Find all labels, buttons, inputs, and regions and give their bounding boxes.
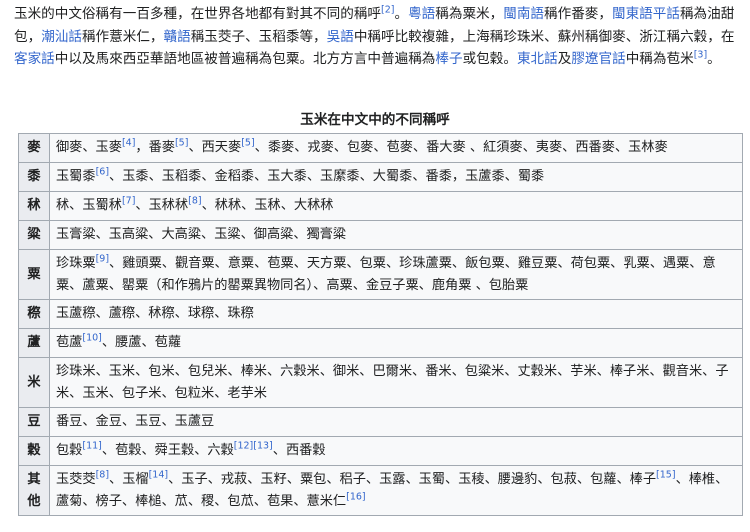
intro-text: 及: [557, 51, 572, 67]
intro-text: 或包穀。: [462, 51, 517, 67]
citation-link[interactable]: [7]: [122, 196, 135, 207]
intro-text: 。: [394, 6, 409, 22]
row-header: 豆: [18, 407, 50, 437]
row-cell: 玉茭茭[8]、玉榴[14]、玉子、戎菽、玉籽、粟包、稆子、玉露、玉蜀、玉稜、腰邊…: [49, 465, 743, 516]
table-row: 黍 玉蜀黍[6]、玉黍、玉稻黍、金稻黍、玉大黍、玉縻黍、大蜀黍、番黍，玉蘆黍、蜀…: [18, 162, 743, 192]
row-header: 穀: [18, 436, 50, 466]
intro-text: 稱玉茭子、玉稻黍等，: [190, 28, 327, 45]
names-table: 麥 御麥、玉麥[4]，番麥[5]、西天麥[5]、黍麥、戎麥、包麥、苞麥、番大麥 …: [18, 133, 743, 516]
citation-link[interactable]: [8]: [188, 196, 201, 207]
row-cell: 秫、玉蜀秫[7]、玉秫秫[8]、秫秫、玉秫、大秫秫: [49, 191, 743, 221]
table-caption: 玉米在中文中的不同稱呼: [300, 112, 450, 128]
row-header: 蘆: [18, 328, 50, 358]
row-cell: 珍珠米、玉米、包米、包兒米、棒米、六穀米、御米、巴爾米、番米、包粱米、丈穀米、芋…: [49, 357, 743, 408]
row-header: 粟: [18, 249, 50, 300]
link-ganyu[interactable]: 贛語: [164, 29, 191, 45]
citation-link[interactable]: [9]: [96, 253, 109, 264]
citation-link[interactable]: [8]: [96, 469, 109, 480]
intro-text: 稱為粟米，: [435, 6, 504, 22]
citation-link[interactable]: [3]: [694, 49, 707, 60]
row-header: 粱: [18, 220, 50, 250]
citation-link[interactable]: [16]: [346, 491, 366, 502]
row-header: 麥: [18, 133, 50, 163]
citation-link[interactable]: [15]: [656, 469, 676, 480]
link-chaoshan[interactable]: 潮汕話: [41, 29, 82, 45]
citation-link[interactable]: [4]: [122, 138, 135, 149]
citation-link[interactable]: [14]: [149, 469, 169, 480]
row-cell: 玉膏粱、玉高粱、大高粱、玉粱、御高粱、獨膏粱: [49, 220, 743, 250]
citation-link[interactable]: [12][13]: [234, 441, 273, 452]
table-row: 米 珍珠米、玉米、包米、包兒米、棒米、六穀米、御米、巴爾米、番米、包粱米、丈穀米…: [18, 357, 743, 408]
table-row: 粟 珍珠粟[9]、雞頭粟、觀音粟、意粟、苞粟、天方粟、包粟、珍珠蘆粟、飯包粟、雞…: [18, 249, 743, 300]
row-cell: 珍珠粟[9]、雞頭粟、觀音粟、意粟、苞粟、天方粟、包粟、珍珠蘆粟、飯包粟、雞豆粟…: [49, 249, 743, 300]
table-row: 蘆 苞蘆[10]、腰蘆、苞蘿: [18, 328, 743, 358]
table-row: 粱 玉膏粱、玉高粱、大高粱、玉粱、御高粱、獨膏粱: [18, 220, 743, 250]
intro-text: 稱作番麥，: [544, 6, 612, 22]
row-header: 其他: [18, 465, 50, 516]
row-cell: 苞蘆[10]、腰蘆、苞蘿: [49, 328, 743, 358]
row-header: 秫: [18, 191, 50, 221]
row-cell: 番豆、金豆、玉豆、玉蘆豆: [49, 407, 743, 437]
row-cell: 包穀[11]、苞穀、舜王穀、六穀[12][13]、西番穀: [49, 436, 743, 466]
table-row: 秫 秫、玉蜀秫[7]、玉秫秫[8]、秫秫、玉秫、大秫秫: [18, 191, 743, 221]
table-row: 其他 玉茭茭[8]、玉榴[14]、玉子、戎菽、玉籽、粟包、稆子、玉露、玉蜀、玉稜…: [18, 465, 743, 516]
link-dongbei[interactable]: 東北話: [517, 51, 558, 67]
link-mindong[interactable]: 閩東語平話: [612, 6, 680, 22]
intro-text: 中稱為苞米: [625, 51, 694, 67]
table-row: 豆 番豆、金豆、玉豆、玉蘆豆: [18, 407, 743, 437]
link-wu[interactable]: 吳語: [327, 29, 354, 45]
link-jiaoliao[interactable]: 膠遼官話: [571, 51, 625, 67]
citation-link[interactable]: [11]: [82, 441, 102, 452]
citation-link[interactable]: [5]: [241, 138, 254, 149]
link-bangzi[interactable]: 棒子: [435, 51, 462, 67]
intro-text: 。: [707, 51, 721, 67]
intro-text: 中以及馬來西亞華語地區被普遍稱為包粟。北方方言中普遍稱為: [54, 51, 436, 67]
citation-link[interactable]: [10]: [82, 333, 102, 344]
table-row: 麥 御麥、玉麥[4]，番麥[5]、西天麥[5]、黍麥、戎麥、包麥、苞麥、番大麥 …: [18, 133, 743, 163]
intro-text: 稱作薏米仁，: [81, 28, 164, 45]
intro-text: 玉米的中文俗稱有一百多種，在世界各地都有對其不同的稱呼: [14, 6, 382, 22]
intro-paragraph: 玉米的中文俗稱有一百多種，在世界各地都有對其不同的稱呼[2]。粵語稱為粟米，閩南…: [14, 3, 740, 71]
citation-link[interactable]: [5]: [175, 138, 188, 149]
row-cell: 玉蘆穄、蘆穄、秫穄、球穄、珠穄: [49, 299, 743, 329]
row-header: 米: [18, 357, 50, 408]
link-hakka[interactable]: 客家話: [14, 51, 55, 67]
citation-link[interactable]: [2]: [381, 4, 394, 15]
row-header: 穄: [18, 299, 50, 329]
link-minnan[interactable]: 閩南語: [503, 6, 544, 22]
row-cell: 玉蜀黍[6]、玉黍、玉稻黍、金稻黍、玉大黍、玉縻黍、大蜀黍、番黍，玉蘆黍、蜀黍: [49, 162, 743, 192]
row-cell: 御麥、玉麥[4]，番麥[5]、西天麥[5]、黍麥、戎麥、包麥、苞麥、番大麥 、紅…: [49, 133, 743, 163]
intro-text: 中稱呼比較複雜，上海稱珍珠米、蘇州稱御麥、浙江稱六穀，在: [353, 28, 735, 45]
row-header: 黍: [18, 162, 50, 192]
link-yue[interactable]: 粵語: [408, 6, 435, 22]
table-row: 穀 包穀[11]、苞穀、舜王穀、六穀[12][13]、西番穀: [18, 436, 743, 466]
table-row: 穄 玉蘆穄、蘆穄、秫穄、球穄、珠穄: [18, 299, 743, 329]
citation-link[interactable]: [6]: [96, 167, 109, 178]
